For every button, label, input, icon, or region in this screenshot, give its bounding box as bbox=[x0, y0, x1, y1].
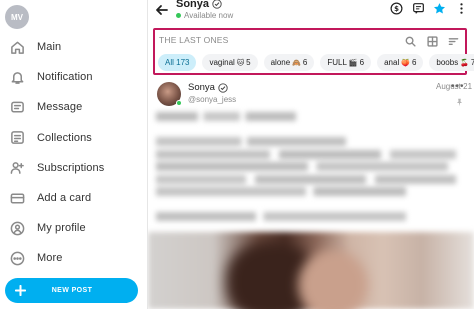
plus-icon bbox=[14, 285, 26, 297]
new-post-label: NEW POST bbox=[51, 287, 93, 294]
collections-icon bbox=[10, 130, 25, 145]
sidebar-item-my-profile[interactable]: My profile bbox=[0, 213, 148, 243]
chip-label: All bbox=[165, 58, 174, 67]
pin-icon bbox=[455, 94, 464, 107]
sort-icon[interactable] bbox=[448, 34, 459, 45]
grid-view-icon[interactable] bbox=[427, 34, 438, 47]
filter-chips: All 173 vaginal 🐱 5 alone 🙈 6 FULL 🎬 6 anal 🍑 6 … bbox=[158, 54, 474, 71]
sidebar-nav: Main Notification Message Collections Su… bbox=[0, 32, 148, 274]
filter-panel: THE LAST ONES All 173 vaginal 🐱 5 alone 🙈 6 … bbox=[153, 28, 474, 75]
sidebar-item-label: Collections bbox=[37, 131, 92, 144]
monkey-emoji: 🙈 bbox=[292, 59, 301, 67]
image-region-face bbox=[298, 250, 368, 309]
user-avatar[interactable]: MV bbox=[5, 5, 29, 29]
back-arrow-icon[interactable] bbox=[155, 3, 169, 17]
cat-emoji: 🐱 bbox=[236, 59, 245, 67]
chip-anal[interactable]: anal 🍑 6 bbox=[377, 54, 424, 71]
sidebar-item-main[interactable]: Main bbox=[0, 32, 148, 62]
sidebar-item-label: Message bbox=[37, 101, 83, 114]
kebab-menu-icon[interactable] bbox=[455, 2, 468, 15]
sidebar-item-subscriptions[interactable]: Subscriptions bbox=[0, 153, 148, 183]
clapper-emoji: 🎬 bbox=[348, 59, 358, 67]
sidebar-item-notification[interactable]: Notification bbox=[0, 62, 148, 92]
cherry-emoji: 🍒 bbox=[460, 59, 469, 67]
online-dot bbox=[176, 13, 181, 18]
more-icon bbox=[10, 251, 25, 266]
subscriptions-icon bbox=[10, 160, 25, 175]
sidebar-item-label: My profile bbox=[37, 222, 86, 235]
new-post-button[interactable]: NEW POST bbox=[5, 278, 138, 303]
sidebar-item-label: More bbox=[37, 252, 63, 265]
sidebar: MV Main Notification Message Collections bbox=[0, 0, 148, 309]
chip-count: 5 bbox=[246, 58, 251, 67]
main-content: Sonya Available now $ THE LAST ONES All … bbox=[148, 0, 474, 309]
chat-icon[interactable] bbox=[412, 2, 425, 15]
search-icon[interactable] bbox=[405, 34, 416, 47]
chip-count: 173 bbox=[176, 58, 190, 67]
star-icon[interactable] bbox=[433, 2, 446, 15]
availability-status: Available now bbox=[176, 11, 233, 20]
blurred-post-image[interactable] bbox=[148, 232, 474, 309]
dollar-icon[interactable]: $ bbox=[390, 2, 403, 15]
sidebar-item-label: Add a card bbox=[37, 192, 92, 205]
chip-label: alone bbox=[270, 58, 291, 67]
filter-title: THE LAST ONES bbox=[159, 35, 229, 45]
header-name-text: Sonya bbox=[176, 0, 210, 10]
chip-full[interactable]: FULL 🎬 6 bbox=[320, 54, 372, 71]
profile-header: Sonya Available now $ bbox=[148, 0, 474, 26]
sidebar-item-label: Notification bbox=[37, 71, 93, 84]
verified-icon bbox=[218, 82, 228, 93]
chip-label: anal bbox=[384, 58, 400, 67]
chip-vaginal[interactable]: vaginal 🐱 5 bbox=[202, 54, 258, 71]
blurred-post-text bbox=[156, 112, 468, 225]
post-author-avatar[interactable] bbox=[157, 82, 182, 106]
chip-count: 6 bbox=[302, 58, 308, 67]
status-text: Available now bbox=[184, 11, 234, 20]
chip-alone[interactable]: alone 🙈 6 bbox=[263, 54, 315, 71]
verified-icon bbox=[212, 0, 222, 9]
bell-icon bbox=[10, 70, 25, 85]
chip-count: 6 bbox=[359, 58, 365, 67]
chip-all[interactable]: All 173 bbox=[158, 54, 197, 71]
chip-label: FULL bbox=[327, 58, 347, 67]
sidebar-item-label: Main bbox=[37, 41, 62, 54]
profile-icon bbox=[10, 221, 25, 236]
message-icon bbox=[10, 100, 25, 115]
home-icon bbox=[10, 40, 25, 55]
chip-label: vaginal bbox=[209, 58, 235, 67]
sidebar-item-add-card[interactable]: Add a card bbox=[0, 183, 148, 213]
post-author-text: Sonya bbox=[188, 82, 215, 93]
chip-boobs[interactable]: boobs🍒78 bbox=[429, 54, 474, 71]
card-icon bbox=[10, 191, 25, 206]
sidebar-item-more[interactable]: More bbox=[0, 243, 148, 273]
svg-text:$: $ bbox=[394, 5, 399, 13]
chip-label: boobs bbox=[436, 58, 459, 67]
peach-emoji: 🍑 bbox=[401, 59, 410, 67]
header-name: Sonya bbox=[176, 0, 222, 10]
post-author-handle[interactable]: @sonya_jess bbox=[188, 95, 236, 104]
post-author-name[interactable]: Sonya bbox=[188, 82, 228, 93]
sidebar-item-collections[interactable]: Collections bbox=[0, 123, 148, 153]
online-dot bbox=[176, 100, 182, 106]
post-options-icon[interactable]: ••• bbox=[451, 81, 465, 92]
chip-count: 6 bbox=[411, 58, 417, 67]
sidebar-item-label: Subscriptions bbox=[37, 161, 105, 174]
sidebar-item-message[interactable]: Message bbox=[0, 92, 148, 122]
